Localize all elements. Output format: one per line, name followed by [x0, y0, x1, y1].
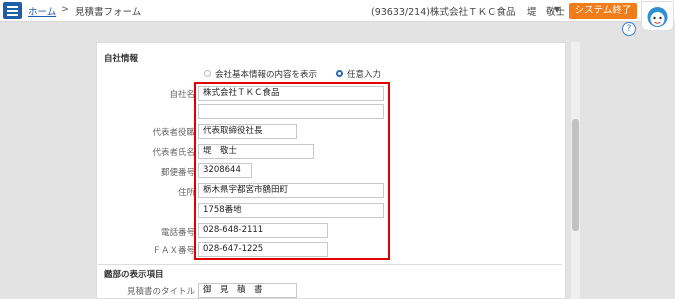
radio-label-manual-input: 任意入力: [347, 70, 382, 80]
address-label: 住所: [177, 188, 195, 198]
breadcrumb-home-link[interactable]: ホーム: [28, 4, 56, 18]
postal-code-label: 郵便番号: [160, 168, 195, 178]
company-name-label: 自社名: [169, 90, 195, 100]
company-info: (93633/214)株式会社ＴＫＣ食品: [371, 7, 516, 18]
mascot-avatar-icon[interactable]: [641, 1, 674, 31]
radio-manual-input[interactable]: [336, 70, 343, 77]
rep-title-label: 代表者役職: [152, 128, 195, 138]
section-divider: [98, 264, 562, 265]
section-title-header-items: 鑑部の表示項目: [104, 270, 164, 280]
rep-name-label: 代表者氏名: [152, 148, 195, 158]
doc-title-input[interactable]: 御 見 積 書: [198, 283, 297, 298]
system-exit-button[interactable]: システム終了: [569, 3, 637, 19]
top-header: ホーム > 見積書フォーム (93633/214)株式会社ＴＫＣ食品 堤 敬士 …: [0, 0, 675, 22]
scrollbar-thumb[interactable]: [572, 119, 579, 231]
help-icon[interactable]: ?: [622, 22, 636, 36]
doc-title-label: 見積書のタイトル: [126, 287, 195, 297]
section-title-company: 自社情報: [104, 54, 139, 64]
hamburger-menu-icon[interactable]: [3, 2, 22, 19]
radio-label-show-basic-info: 会社基本情報の内容を表示: [215, 70, 318, 80]
breadcrumb-current-page: 見積書フォーム: [75, 7, 142, 18]
radio-show-basic-info[interactable]: [204, 70, 211, 77]
fax-label: ＦＡＸ番号: [152, 246, 195, 256]
chevron-down-icon[interactable]: ▼: [554, 5, 560, 14]
breadcrumb-separator: >: [61, 4, 69, 15]
phone-label: 電話番号: [160, 228, 195, 238]
highlight-box: [194, 82, 390, 260]
